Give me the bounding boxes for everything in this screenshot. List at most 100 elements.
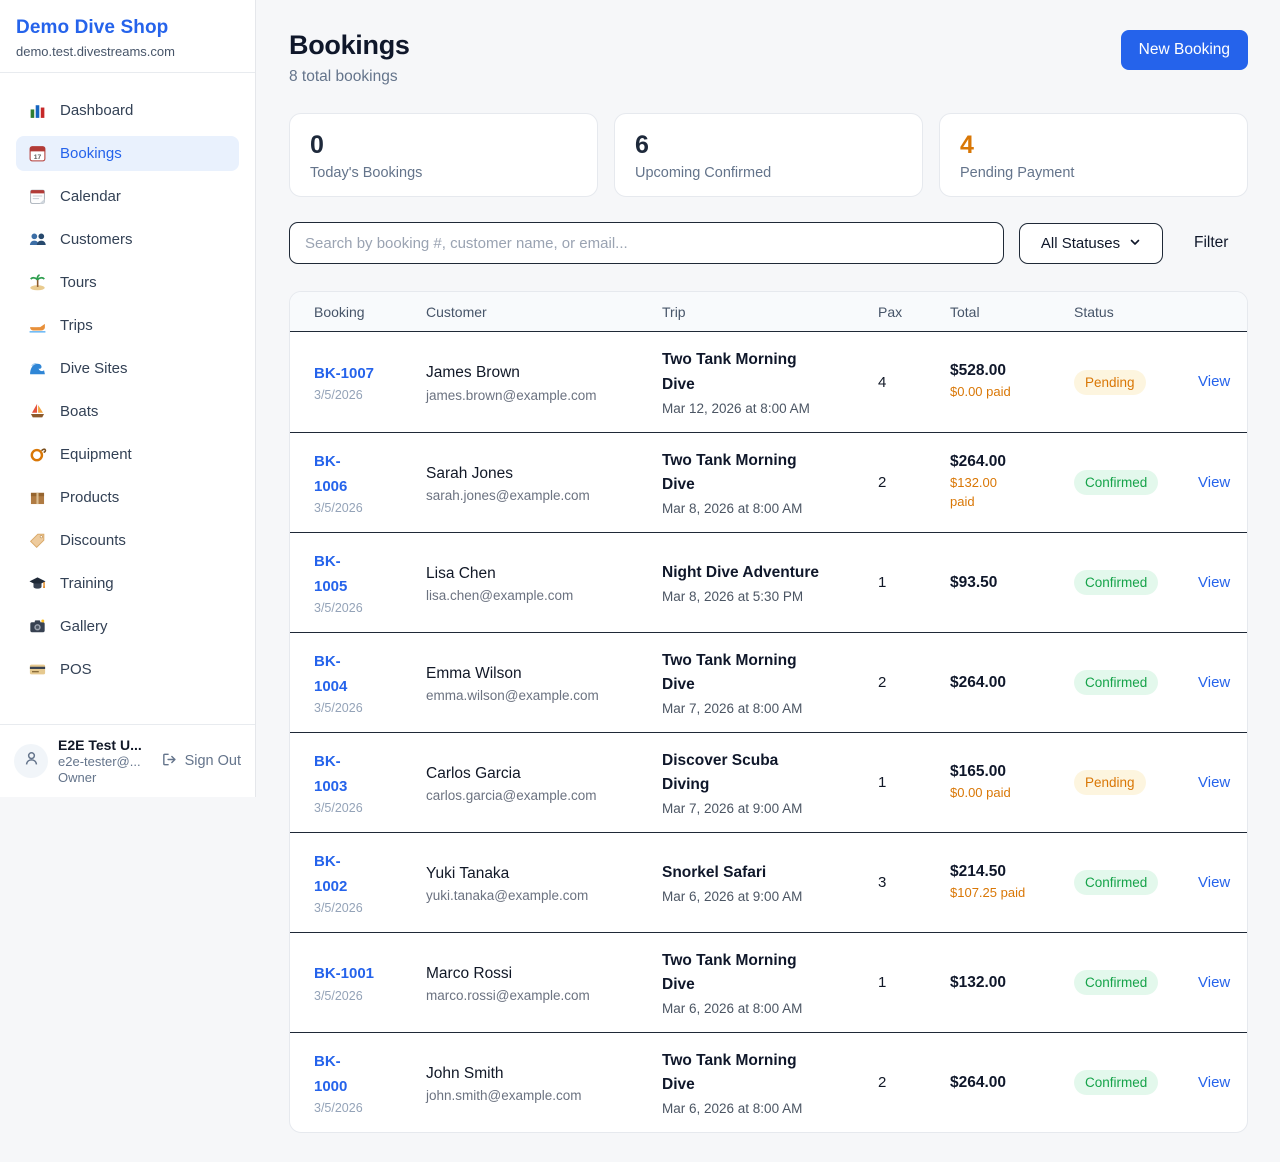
table-row: BK- 1000 3/5/2026 John Smith john.smith@…: [290, 1032, 1247, 1132]
view-link[interactable]: View: [1184, 574, 1230, 591]
sidebar-item-training[interactable]: Training: [16, 566, 239, 601]
status-badge: Confirmed: [1074, 870, 1158, 895]
sidebar-item-equipment[interactable]: Equipment: [16, 437, 239, 472]
sidebar-item-label: Tours: [60, 274, 97, 291]
pax-count: 2: [878, 674, 950, 691]
trip-datetime: Mar 7, 2026 at 9:00 AM: [662, 801, 878, 816]
view-link[interactable]: View: [1184, 974, 1230, 991]
booking-date: 3/5/2026: [314, 388, 426, 402]
customer-name: John Smith: [426, 1062, 662, 1087]
trip-cell: Two Tank Morning Dive Mar 6, 2026 at 8:0…: [662, 1049, 878, 1116]
status-cell: Confirmed: [1074, 470, 1184, 495]
sidebar-item-gallery[interactable]: Gallery: [16, 609, 239, 644]
table-row: BK- 1004 3/5/2026 Emma Wilson emma.wilso…: [290, 632, 1247, 732]
sailboat-icon: [28, 402, 47, 421]
status-badge: Confirmed: [1074, 670, 1158, 695]
view-link[interactable]: View: [1184, 474, 1230, 491]
booking-cell: BK- 1000 3/5/2026: [314, 1050, 426, 1116]
pax-count: 1: [878, 774, 950, 791]
view-link[interactable]: View: [1184, 373, 1230, 390]
customer-name: Sarah Jones: [426, 462, 662, 487]
table-row: BK- 1003 3/5/2026 Carlos Garcia carlos.g…: [290, 732, 1247, 832]
booking-code-link[interactable]: BK- 1003: [314, 750, 426, 800]
column-header-status: Status: [1074, 304, 1184, 320]
booking-code-link[interactable]: BK- 1000: [314, 1050, 426, 1100]
status-cell: Confirmed: [1074, 570, 1184, 595]
island-icon: [28, 273, 47, 292]
booking-code-link[interactable]: BK-1001: [314, 962, 426, 987]
booking-code-link[interactable]: BK- 1002: [314, 850, 426, 900]
table-row: BK- 1005 3/5/2026 Lisa Chen lisa.chen@ex…: [290, 532, 1247, 632]
booking-date: 3/5/2026: [314, 501, 426, 515]
user-name: E2E Test U...: [58, 737, 161, 753]
total-amount: $264.00: [950, 453, 1074, 471]
view-link[interactable]: View: [1184, 874, 1230, 891]
sidebar-item-discounts[interactable]: Discounts: [16, 523, 239, 558]
bookings-page: Demo Dive Shop demo.test.divestreams.com…: [0, 0, 1280, 1162]
sidebar-item-products[interactable]: Products: [16, 480, 239, 515]
camera-icon: [28, 617, 47, 636]
customer-email: lisa.chen@example.com: [426, 588, 662, 603]
booking-code-link[interactable]: BK- 1006: [314, 450, 426, 500]
sign-out-button[interactable]: Sign Out: [161, 751, 241, 772]
customer-cell: Emma Wilson emma.wilson@example.com: [426, 662, 662, 704]
new-booking-button[interactable]: New Booking: [1121, 30, 1248, 70]
column-header-customer: Customer: [426, 304, 662, 320]
filter-button[interactable]: Filter: [1194, 234, 1228, 252]
sidebar-item-label: Boats: [60, 403, 98, 420]
bar-chart-icon: [28, 101, 47, 120]
status-cell: Confirmed: [1074, 670, 1184, 695]
brand-domain: demo.test.divestreams.com: [16, 44, 239, 59]
status-filter-select[interactable]: All Statuses: [1019, 223, 1163, 264]
sidebar-item-boats[interactable]: Boats: [16, 394, 239, 429]
actions-cell: View: [1184, 574, 1230, 592]
status-cell: Pending: [1074, 370, 1184, 395]
total-amount: $93.50: [950, 574, 1074, 592]
customer-email: sarah.jones@example.com: [426, 488, 662, 503]
sidebar-item-dive-sites[interactable]: Dive Sites: [16, 351, 239, 386]
view-link[interactable]: View: [1184, 674, 1230, 691]
view-link[interactable]: View: [1184, 1074, 1230, 1091]
sidebar-item-pos[interactable]: POS: [16, 652, 239, 687]
page-header: Bookings 8 total bookings New Booking: [289, 30, 1248, 86]
sidebar-item-bookings[interactable]: 17Bookings: [16, 136, 239, 171]
booking-cell: BK- 1003 3/5/2026: [314, 750, 426, 816]
booking-cell: BK- 1004 3/5/2026: [314, 650, 426, 716]
customer-email: emma.wilson@example.com: [426, 688, 662, 703]
table-header: Booking Customer Trip Pax Total Status: [290, 292, 1247, 332]
sidebar-item-calendar[interactable]: Calendar: [16, 179, 239, 214]
sidebar-item-trips[interactable]: Trips: [16, 308, 239, 343]
dive-mask-icon: [28, 445, 47, 464]
page-header-text: Bookings 8 total bookings: [289, 30, 410, 86]
actions-cell: View: [1184, 974, 1230, 992]
column-header-pax: Pax: [878, 304, 950, 320]
sign-out-label: Sign Out: [185, 753, 241, 769]
sidebar-item-label: Bookings: [60, 145, 122, 162]
sidebar-item-customers[interactable]: Customers: [16, 222, 239, 257]
booking-code-link[interactable]: BK- 1005: [314, 550, 426, 600]
avatar: [14, 744, 48, 778]
trip-cell: Two Tank Morning Dive Mar 12, 2026 at 8:…: [662, 348, 878, 415]
customer-cell: Carlos Garcia carlos.garcia@example.com: [426, 762, 662, 804]
trip-datetime: Mar 6, 2026 at 8:00 AM: [662, 1001, 878, 1016]
sidebar-item-tours[interactable]: Tours: [16, 265, 239, 300]
sidebar-item-dashboard[interactable]: Dashboard: [16, 93, 239, 128]
view-link[interactable]: View: [1184, 774, 1230, 791]
booking-code-link[interactable]: BK-1007: [314, 362, 426, 387]
sidebar-item-label: Dashboard: [60, 102, 133, 119]
status-badge: Pending: [1074, 770, 1146, 795]
customer-name: Yuki Tanaka: [426, 862, 662, 887]
trip-datetime: Mar 8, 2026 at 5:30 PM: [662, 589, 878, 604]
search-input[interactable]: [289, 222, 1004, 264]
sidebar-nav: Dashboard 17Bookings Calendar Customers Tour…: [0, 73, 255, 724]
booking-code-link[interactable]: BK- 1004: [314, 650, 426, 700]
total-cell: $264.00: [950, 1074, 1074, 1092]
stat-label: Today's Bookings: [310, 165, 577, 181]
sign-out-icon: [161, 751, 178, 772]
page-subtitle: 8 total bookings: [289, 68, 410, 86]
chevron-down-icon: [1129, 235, 1141, 252]
total-cell: $264.00: [950, 674, 1074, 692]
booking-date: 3/5/2026: [314, 601, 426, 615]
sidebar-footer: E2E Test U... e2e-tester@... Owner Sign …: [0, 724, 255, 797]
actions-cell: View: [1184, 1074, 1230, 1092]
